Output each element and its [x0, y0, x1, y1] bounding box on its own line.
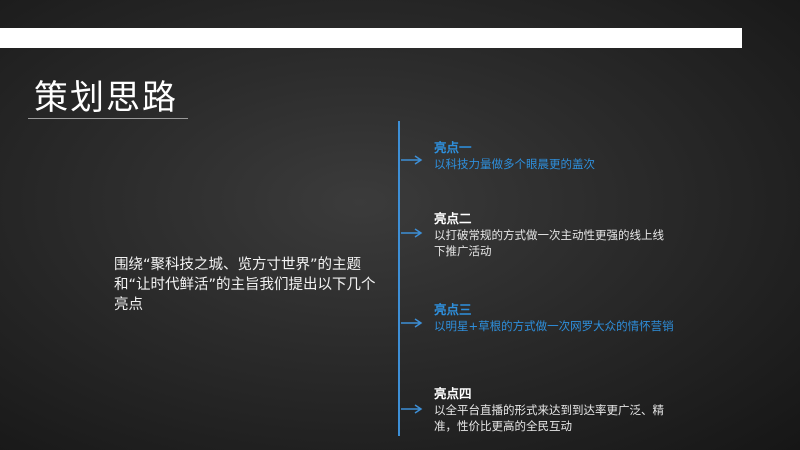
point-title: 亮点二	[434, 211, 472, 226]
arrow-connector-icon	[401, 318, 423, 328]
highlight-point-4: 亮点四 以全平台直播的形式来达到到达率更广泛、精准，性价比更高的全民互动	[434, 386, 674, 434]
title-underline	[28, 118, 188, 119]
point-description: 以明星+草根的方式做一次网罗大众的情怀营销	[434, 319, 674, 333]
point-description: 以全平台直播的形式来达到到达率更广泛、精准，性价比更高的全民互动	[434, 403, 664, 433]
arrow-connector-icon	[401, 228, 423, 238]
slide-title: 策划思路	[34, 78, 178, 118]
point-title: 亮点四	[434, 386, 472, 401]
point-title: 亮点三	[434, 302, 472, 317]
timeline-line	[398, 121, 400, 436]
highlight-point-2: 亮点二 以打破常规的方式做一次主动性更强的线上线下推广活动	[434, 211, 674, 259]
arrow-connector-icon	[401, 155, 423, 165]
header-bar	[0, 28, 742, 48]
arrow-connector-icon	[401, 404, 423, 414]
point-description: 以科技力量做多个眼晨更的盖次	[434, 157, 595, 171]
point-description: 以打破常规的方式做一次主动性更强的线上线下推广活动	[434, 228, 664, 258]
point-title: 亮点一	[434, 140, 472, 155]
highlight-point-1: 亮点一 以科技力量做多个眼晨更的盖次	[434, 140, 674, 172]
highlight-point-3: 亮点三 以明星+草根的方式做一次网罗大众的情怀营销	[434, 302, 674, 334]
intro-text: 围绕“聚科技之城、览方寸世界”的主题和“让时代鲜活”的主旨我们提出以下几个亮点	[114, 257, 376, 313]
